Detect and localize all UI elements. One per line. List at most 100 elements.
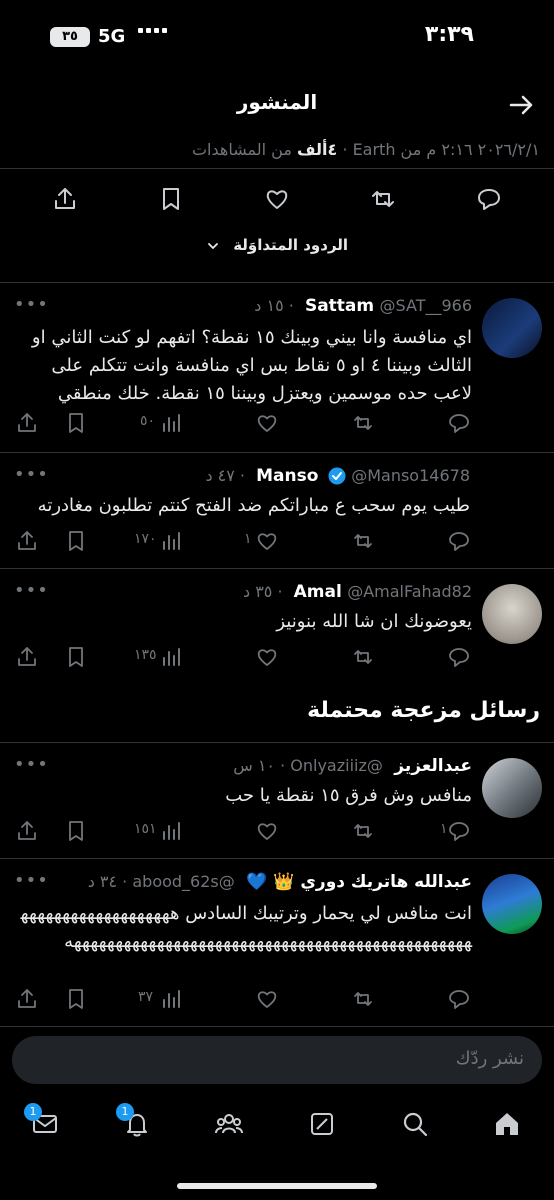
bookmark-icon[interactable] [65,530,87,552]
more-options-icon[interactable]: ••• [14,580,49,601]
views-count: ٥٠ [140,413,156,429]
repost-icon[interactable] [370,186,396,212]
reply-icon[interactable] [448,530,470,552]
avatar[interactable] [482,584,542,644]
header: المنشور [0,76,554,134]
bookmark-icon[interactable] [158,186,184,212]
share-icon[interactable] [16,412,38,434]
reply-author[interactable]: عبدالعزيز [394,756,472,776]
notifications-badge: 1 [116,1103,134,1121]
more-options-icon[interactable]: ••• [14,870,49,891]
more-options-icon[interactable]: ••• [14,294,49,315]
bookmark-icon[interactable] [65,412,87,434]
more-options-icon[interactable]: ••• [14,464,49,485]
tab-notifications[interactable]: 1 [116,1103,152,1139]
post-date: ٢٠٢٦/٢/١ ٢:١٦ م من Earth · [342,140,540,159]
reply-handle: @Onlyaziiiz · ١٠ س [233,756,383,775]
tab-search[interactable] [400,1109,430,1139]
reply-author[interactable]: Manso [256,466,318,486]
reply-icon[interactable] [448,412,470,434]
divider [0,168,554,169]
sort-label: الردود المتداوَلة [233,236,349,254]
sort-replies-toggle[interactable]: الردود المتداوَلة [0,236,554,254]
section-heading-spam: رسائل مزعجة محتملة [307,698,540,723]
views-count: ١٣٥ [134,647,157,663]
reply-text: انت منافس لي يحمار وترتيبك السادس هههههه… [20,903,472,952]
bottom-tab-bar: 1 1 [0,1095,554,1155]
views-count: ١٥١ [134,821,157,837]
share-icon[interactable] [52,186,78,212]
reply-text: منافس وش فرق ١٥ نقطة يا حب [225,785,472,806]
repost-icon[interactable] [352,646,374,668]
reply-handle: @abood_62s · ٣٤ د [87,872,235,891]
reply-handle: @AmalFahad82 · ٣٥ د [242,582,472,601]
reply-text: طيب يوم سحب ع مباراتكم ضد الفتح كنتم تطل… [37,495,470,516]
status-time: ٣:٣٩ [424,22,474,47]
reply-item[interactable]: عبدالعزيز @Onlyaziiiz · ١٠ س ••• منافس و… [0,742,554,858]
repost-icon[interactable] [352,530,374,552]
reply-icon[interactable] [448,646,470,668]
views-icon[interactable] [160,530,182,552]
avatar[interactable] [482,758,542,818]
tab-messages[interactable]: 1 [24,1103,60,1139]
reply-icon[interactable] [476,186,502,212]
avatar[interactable] [482,298,542,358]
likes-count: ١ [244,531,252,547]
home-indicator [177,1183,377,1189]
reply-item[interactable]: Sattam @SAT__966 · ١٥ د ••• اي منافسة وا… [0,282,554,452]
post-meta: ٢٠٢٦/٢/١ ٢:١٦ م من Earth · ٤ألف من المشا… [14,140,540,159]
divider [0,1026,554,1027]
reply-composer[interactable]: نشر ردّك [12,1036,542,1084]
replies-count: ١ [440,821,448,837]
reply-author[interactable]: Amal [294,582,342,602]
views-icon[interactable] [160,820,182,842]
repost-icon[interactable] [352,988,374,1010]
repost-icon[interactable] [352,820,374,842]
reply-item[interactable]: Manso @Manso14678 · ٤٧ د ••• طيب يوم سحب… [0,452,554,568]
tab-grok[interactable] [307,1109,337,1139]
network-label: 5G [98,26,126,47]
bookmark-icon[interactable] [65,988,87,1010]
like-icon[interactable] [256,988,278,1010]
share-icon[interactable] [16,646,38,668]
like-icon[interactable] [256,820,278,842]
tab-communities[interactable] [214,1109,244,1139]
tab-home[interactable] [492,1109,522,1139]
battery-icon: ٣٥ [50,27,90,47]
bookmark-icon[interactable] [65,820,87,842]
avatar[interactable] [482,874,542,934]
reply-text: اي منافسة وانا بيني وبينك ١٥ نقطة؟ اتفهم… [31,327,472,404]
reply-author[interactable]: Sattam [305,296,374,316]
like-icon[interactable] [256,646,278,668]
repost-icon[interactable] [352,412,374,434]
more-options-icon[interactable]: ••• [14,754,49,775]
views-icon[interactable] [160,988,182,1010]
reply-icon[interactable] [448,988,470,1010]
views-icon[interactable] [160,412,182,434]
like-icon[interactable] [256,412,278,434]
bookmark-icon[interactable] [65,646,87,668]
status-bar: ٣:٣٩ ٣٥ 5G [0,0,554,76]
views-label: من المشاهدات [191,140,292,159]
reply-icon[interactable] [448,820,470,842]
reply-item[interactable]: عبدالله هاتريك دوري 👑 💙 @abood_62s · ٣٤ … [0,858,554,1028]
views-count: ٣٧ [138,989,154,1005]
signal-icon [138,28,167,33]
reply-author[interactable]: عبدالله هاتريك دوري 👑 💙 [246,872,472,892]
verified-badge-icon [328,467,346,485]
share-icon[interactable] [16,820,38,842]
post-actions [0,180,554,220]
messages-badge: 1 [24,1103,42,1121]
like-icon[interactable] [256,530,278,552]
views-count: ١٧٠ [134,531,157,547]
views-icon[interactable] [160,646,182,668]
views-count: ٤ألف [296,140,338,159]
share-icon[interactable] [16,988,38,1010]
back-arrow-icon[interactable] [506,90,536,120]
reply-item[interactable]: Amal @AmalFahad82 · ٣٥ د ••• يعوضونك ان … [0,568,554,684]
reply-text: يعوضونك ان شا الله بنونيز [276,611,472,632]
page-title: المنشور [236,90,318,114]
chevron-down-icon [206,239,220,253]
share-icon[interactable] [16,530,38,552]
like-icon[interactable] [264,186,290,212]
